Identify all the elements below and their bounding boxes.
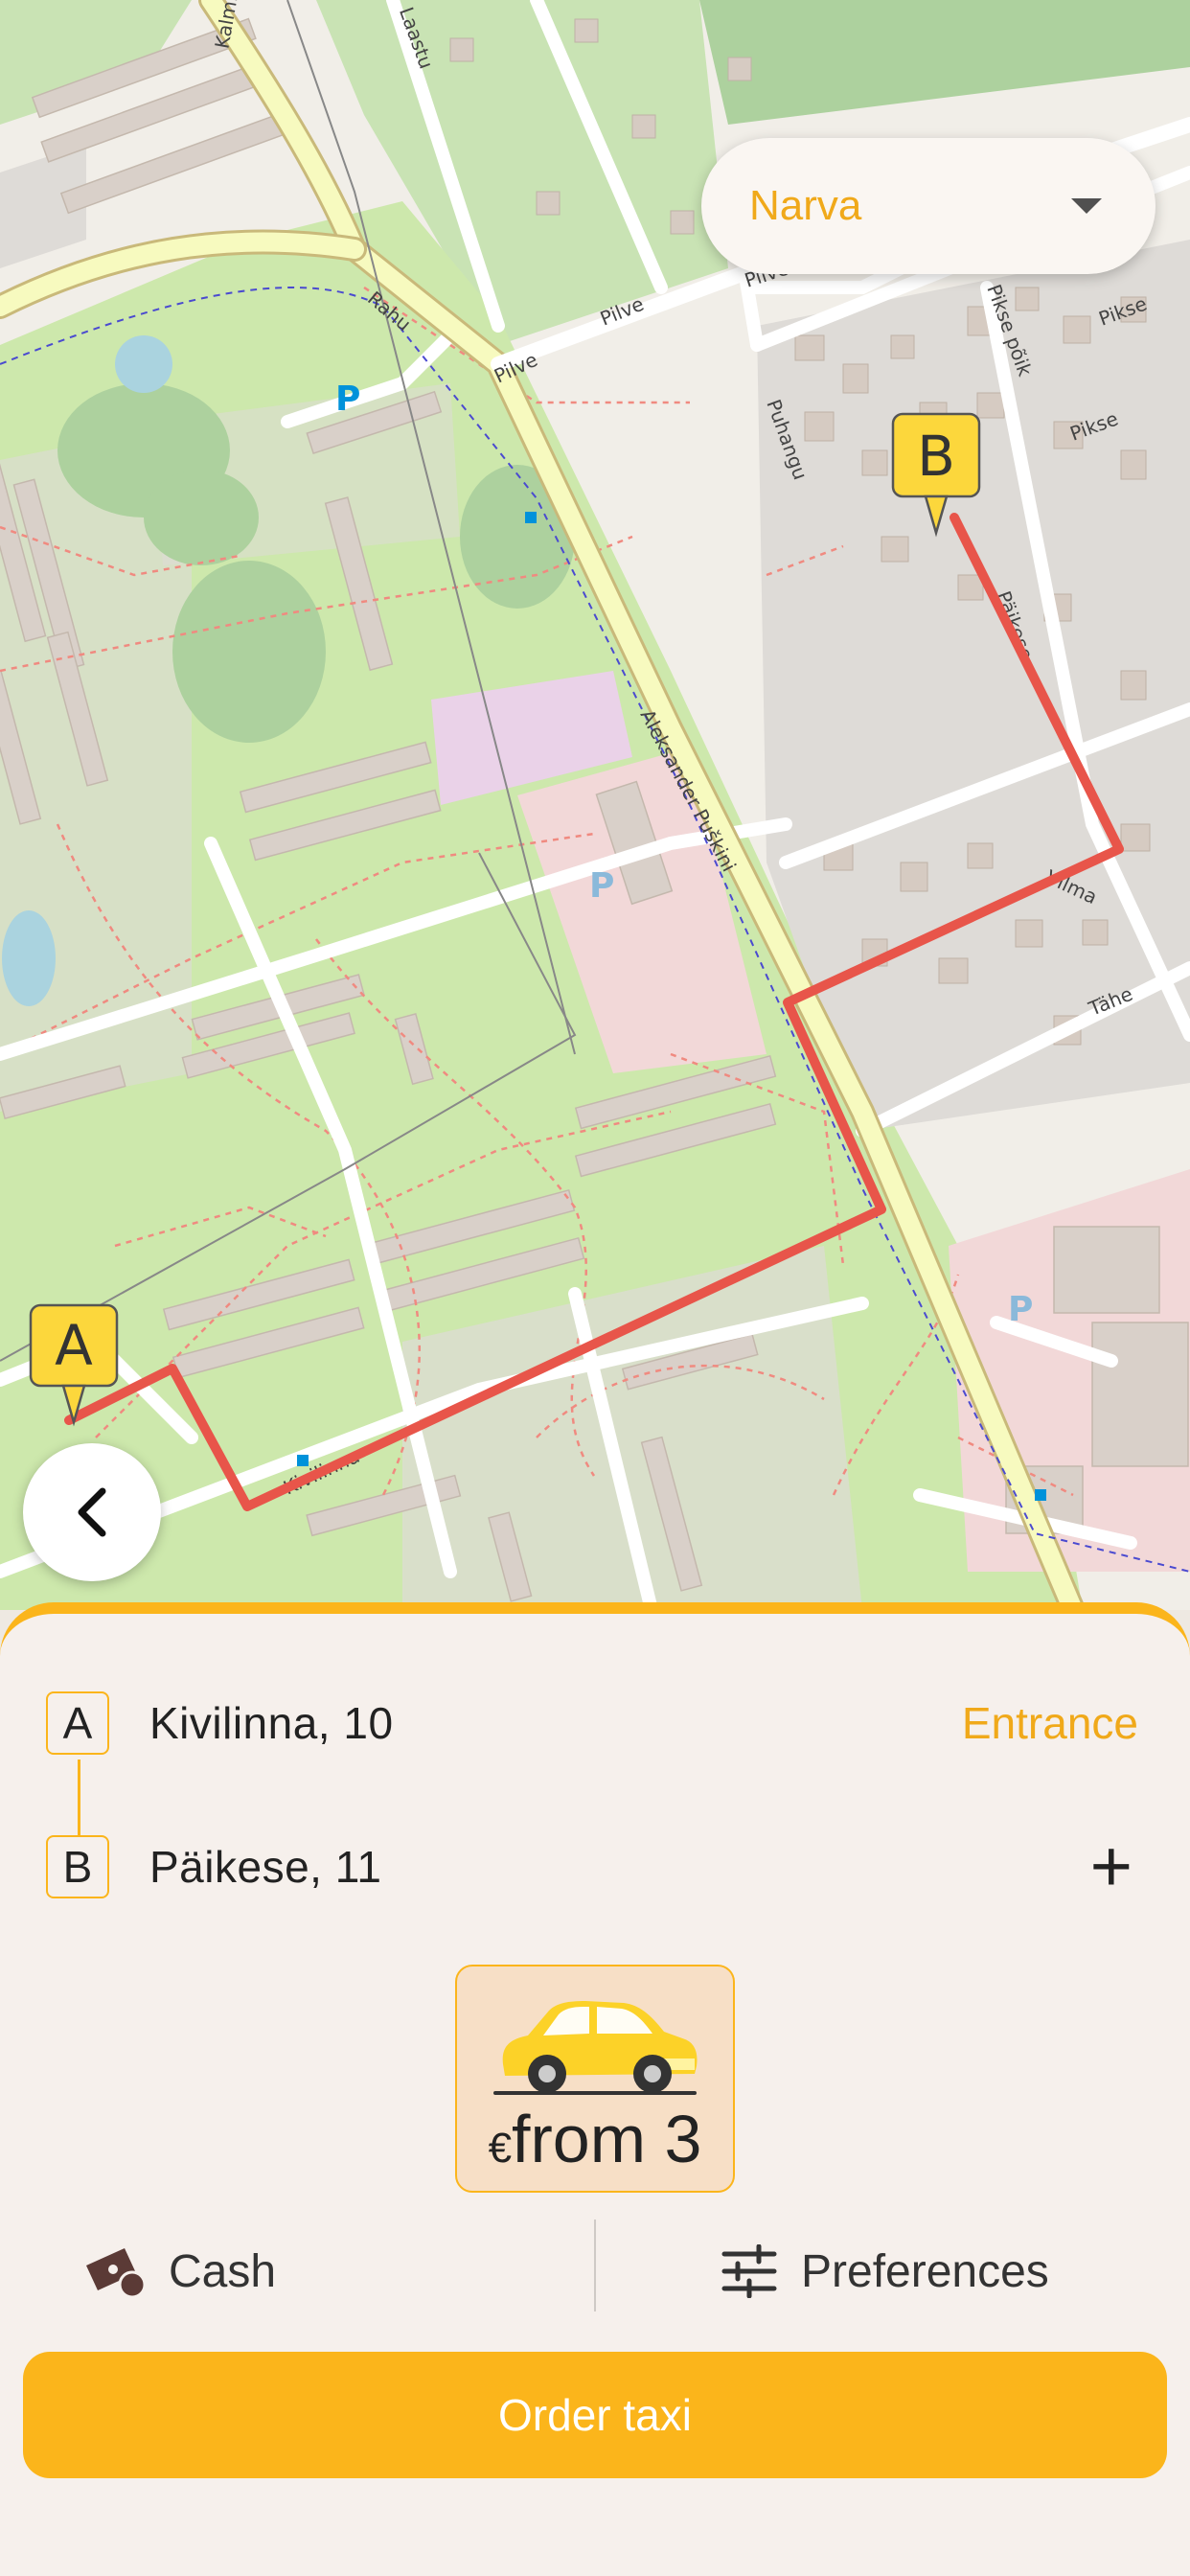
tariff-price: €from 3 — [457, 2101, 733, 2177]
point-b-badge: B — [46, 1835, 109, 1898]
back-button[interactable] — [23, 1443, 161, 1581]
preferences-button[interactable]: Preferences — [721, 2216, 1049, 2327]
dropdown-caret-icon — [1071, 198, 1102, 214]
city-select-value: Narva — [749, 182, 862, 229]
cash-icon — [86, 2248, 147, 2298]
tariff-amount: from 3 — [512, 2102, 702, 2176]
tariff-currency: € — [488, 2125, 513, 2172]
car-icon — [493, 2001, 698, 2095]
order-sheet: A Kivilinna, 10 Entrance B Päikese, 11 +… — [0, 1602, 1190, 2576]
options-bar: Cash Preferences — [0, 2216, 1190, 2327]
marker-b-label: B — [917, 424, 955, 489]
svg-text:P: P — [589, 866, 614, 906]
payment-method-button[interactable]: Cash — [82, 2216, 276, 2327]
route-from-row[interactable]: A Kivilinna, 10 Entrance — [46, 1685, 1157, 1761]
chevron-left-icon — [78, 1487, 106, 1537]
preferences-label: Preferences — [801, 2245, 1049, 2297]
svg-text:P: P — [335, 380, 360, 419]
tariff-card[interactable]: €from 3 — [455, 1965, 735, 2193]
marker-a-label: A — [55, 1313, 93, 1378]
from-address[interactable]: Kivilinna, 10 — [149, 1697, 962, 1749]
sliders-icon — [721, 2244, 777, 2298]
city-select[interactable]: Narva — [701, 138, 1156, 274]
point-a-badge: A — [46, 1691, 109, 1755]
route-to-row[interactable]: B Päikese, 11 + — [46, 1828, 1157, 1905]
to-address[interactable]: Päikese, 11 — [149, 1841, 1090, 1893]
order-taxi-button[interactable]: Order taxi — [23, 2352, 1167, 2478]
plus-icon[interactable]: + — [1090, 1830, 1133, 1903]
entrance-button[interactable]: Entrance — [962, 1697, 1138, 1749]
payment-method-label: Cash — [169, 2245, 277, 2297]
svg-text:P: P — [1008, 1290, 1033, 1329]
options-divider — [594, 2220, 596, 2312]
